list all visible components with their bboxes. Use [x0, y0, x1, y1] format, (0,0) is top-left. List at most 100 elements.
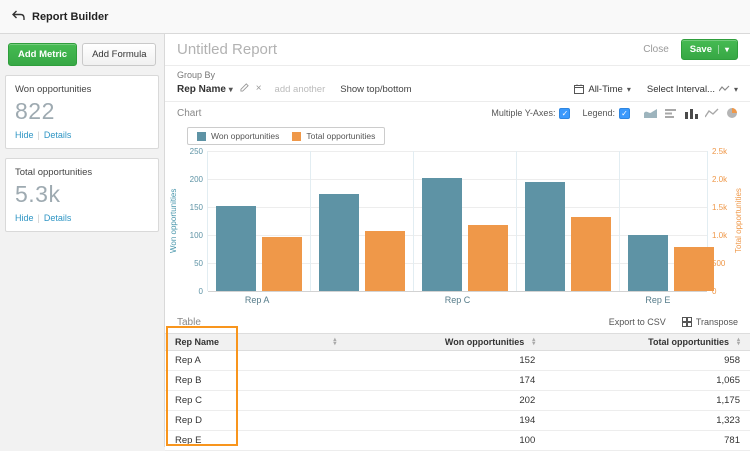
bar-won[interactable]: [319, 193, 359, 291]
left-axis-title: Won opportunities: [169, 188, 178, 254]
chart-legend: Won opportunities Total opportunities: [187, 127, 386, 145]
bar-group-rep-e: [620, 151, 722, 291]
cell-value: 194: [519, 415, 536, 426]
edit-icon[interactable]: [240, 83, 249, 95]
legend-checkbox[interactable]: ✓: [619, 107, 630, 119]
caret-down-icon: ▾: [626, 84, 631, 94]
legend-item-total[interactable]: Total opportunities: [292, 131, 375, 141]
x-axis-labels: Rep A Rep C Rep E: [207, 291, 708, 307]
bar-group-rep-b: [311, 151, 414, 291]
top-bar: Report Builder: [0, 0, 750, 34]
axis-tick: 50: [194, 259, 203, 268]
axis-tick: 250: [189, 147, 203, 156]
table-body: Rep A 152 958 Rep B 174 1,065 Rep C 202 1,175 Rep…: [165, 351, 750, 451]
details-link[interactable]: Details: [44, 130, 72, 140]
transpose-button[interactable]: Transpose: [681, 317, 738, 327]
legend-row: Won opportunities Total opportunities: [165, 124, 750, 145]
table-header-row: Rep Name ▴ ▾ Won opportunities ▴ ▾ Total o…: [165, 333, 750, 351]
table-section-header: Table Export to CSV Transpose: [165, 311, 750, 333]
axis-tick: 1.5k: [712, 203, 728, 212]
report-title: Untitled Report: [177, 41, 278, 58]
close-button[interactable]: Close: [643, 44, 669, 55]
bar-won[interactable]: [525, 182, 565, 291]
bar-group-rep-d: [517, 151, 620, 291]
column-header-rep-name[interactable]: Rep Name ▴ ▾: [165, 334, 346, 350]
hide-link[interactable]: Hide: [15, 213, 34, 223]
bar-won[interactable]: [216, 205, 256, 291]
chart-section-title: Chart: [177, 107, 202, 119]
export-csv-link[interactable]: Export to CSV: [609, 317, 666, 327]
table-section-title: Table: [177, 316, 201, 328]
add-formula-button[interactable]: Add Formula: [82, 43, 157, 66]
divider: |: [37, 130, 40, 140]
save-button[interactable]: Save ▾: [680, 39, 738, 60]
right-axis-title: Total opportunities: [734, 188, 743, 254]
calendar-icon: [574, 84, 585, 94]
group-by-section: Group By Rep Name ▾ × add another Show t…: [165, 65, 750, 102]
table-row[interactable]: Rep A 152 958: [165, 351, 750, 371]
hide-link[interactable]: Hide: [15, 130, 34, 140]
metric-value: 5.3k: [15, 181, 61, 207]
x-axis-label: [307, 291, 407, 307]
metric-value: 822: [15, 98, 55, 124]
caret-down-icon: ▾: [717, 45, 729, 54]
column-header-won[interactable]: Won opportunities ▴ ▾: [346, 334, 545, 350]
remove-icon[interactable]: ×: [256, 84, 262, 94]
table-row[interactable]: Rep D 194 1,323: [165, 411, 750, 431]
cell-rep-name: Rep A: [175, 355, 201, 366]
x-axis: Rep A Rep C Rep E: [165, 291, 750, 307]
divider: |: [37, 213, 40, 223]
caret-down-icon: ▾: [228, 84, 233, 94]
metric-links: Hide | Details: [15, 130, 149, 140]
metric-card-won[interactable]: Won opportunities 822 Hide | Details: [5, 75, 159, 149]
axis-tick: 2.0k: [712, 175, 728, 184]
column-chart-icon[interactable]: [685, 108, 698, 119]
legend-label: Legend:: [582, 108, 615, 118]
column-header-total[interactable]: Total opportunities ▴ ▾: [545, 334, 750, 350]
report-header: Untitled Report Close Save ▾: [165, 34, 750, 65]
app-title: Report Builder: [32, 10, 109, 23]
x-axis-label: Rep A: [244, 295, 270, 305]
bar-total[interactable]: [571, 216, 611, 291]
metric-card-total[interactable]: Total opportunities 5.3k Hide | Details: [5, 158, 159, 232]
group-by-selector[interactable]: Rep Name ▾: [177, 84, 233, 95]
axis-tick: 0: [712, 287, 717, 296]
add-another-link[interactable]: add another: [275, 84, 326, 95]
pie-chart-icon[interactable]: [726, 107, 738, 119]
sort-icon: ▴ ▾: [333, 337, 337, 347]
interval-selector[interactable]: Select Interval... ▾: [647, 84, 738, 95]
axis-tick: 0: [198, 287, 203, 296]
left-axis-ticks: 250 200 150 100 50 0: [181, 147, 207, 296]
main-layout: Add Metric Add Formula Won opportunities…: [0, 34, 750, 451]
legend-item-won[interactable]: Won opportunities: [197, 131, 279, 141]
add-metric-button[interactable]: Add Metric: [8, 43, 78, 66]
show-top-bottom-link[interactable]: Show top/bottom: [340, 84, 411, 95]
save-label: Save: [689, 44, 712, 55]
axis-tick: 150: [189, 203, 203, 212]
line-chart-icon[interactable]: [705, 108, 719, 119]
gridline: [208, 291, 707, 292]
area-chart-icon[interactable]: [644, 108, 658, 119]
chart-section-header: Chart Multiple Y-Axes: ✓ Legend: ✓: [165, 102, 750, 124]
bar-total[interactable]: [365, 231, 405, 291]
caret-down-icon: ▾: [733, 84, 738, 94]
chart-plot: [207, 151, 714, 292]
bar-chart: Won opportunities 250 200 150 100 50 0 2.5k 2.…: [165, 145, 750, 296]
details-link[interactable]: Details: [44, 213, 72, 223]
bar-won[interactable]: [628, 235, 668, 291]
bar-total[interactable]: [468, 225, 508, 291]
table-row[interactable]: Rep E 100 781: [165, 431, 750, 451]
table-row[interactable]: Rep B 174 1,065: [165, 371, 750, 391]
cell-value: 100: [519, 435, 536, 446]
bar-total[interactable]: [262, 237, 302, 291]
x-axis-label: Rep E: [645, 295, 671, 305]
bar-h-chart-icon[interactable]: [665, 108, 678, 119]
back-icon[interactable]: [12, 10, 25, 24]
bar-won[interactable]: [422, 177, 462, 291]
multiple-y-axes-checkbox[interactable]: ✓: [559, 107, 571, 119]
axis-tick: 2.5k: [712, 147, 728, 156]
axis-tick: 200: [189, 175, 203, 184]
table-row[interactable]: Rep C 202 1,175: [165, 391, 750, 411]
sort-icon: ▴ ▾: [532, 337, 536, 347]
time-range-selector[interactable]: All-Time ▾: [574, 84, 631, 95]
